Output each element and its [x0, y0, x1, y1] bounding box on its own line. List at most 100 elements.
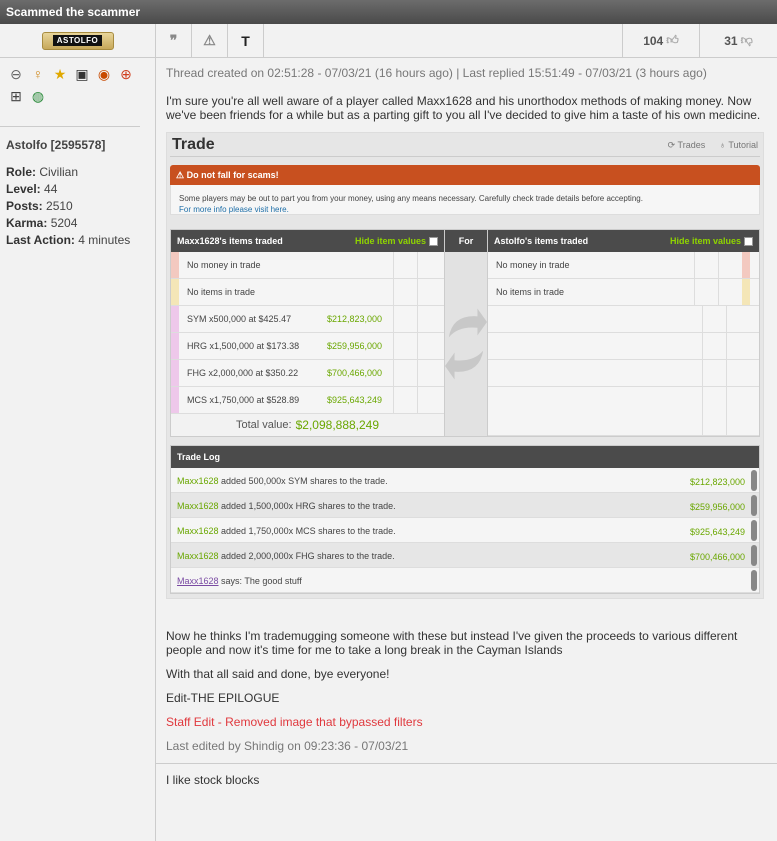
text-format-button[interactable]: T: [228, 24, 264, 57]
globe-icon[interactable]: ◍: [30, 88, 46, 104]
for-label: For: [445, 230, 487, 252]
honor-bar-label: ASTOLFO: [52, 35, 103, 46]
thumbs-down-icon: 👎︎: [740, 33, 753, 47]
row-cell: [417, 279, 441, 305]
log-scrollbar[interactable]: [751, 545, 757, 566]
item-type-bar: [742, 279, 750, 305]
tutorial-link[interactable]: ♁ Tutorial: [719, 138, 758, 152]
trade-log-title: Trade Log: [171, 446, 759, 468]
row-cell: [417, 387, 441, 413]
author-name[interactable]: Astolfo [2595578]: [6, 137, 149, 154]
log-row: Maxx1628 added 1,750,000x MCS shares to …: [171, 518, 759, 543]
report-button[interactable]: ⚠: [192, 24, 228, 57]
trade-item-value: $925,643,249: [327, 395, 383, 405]
hospital-bed-icon[interactable]: ⊞: [8, 88, 24, 104]
row-cell: [417, 360, 441, 386]
author-profile: Astolfo [2595578] Role: Civilian Level: …: [0, 127, 155, 259]
log-user[interactable]: Maxx1628: [177, 551, 219, 561]
log-scrollbar[interactable]: [751, 520, 757, 541]
item-type-bar: [171, 252, 179, 278]
log-user[interactable]: Maxx1628: [177, 476, 219, 486]
row-cell: [417, 252, 441, 278]
hide-values-toggle-right[interactable]: Hide item values: [670, 234, 753, 248]
trade-item-value: $212,823,000: [327, 314, 383, 324]
star-icon[interactable]: ★: [52, 66, 68, 82]
upvote-count: 104: [643, 33, 664, 48]
upvote-button[interactable]: 104 👍︎: [623, 24, 700, 57]
trade-item-row: HRG x1,500,000 at $173.38 $259,956,000: [171, 333, 444, 360]
trade-log: Trade Log Maxx1628 added 500,000x SYM sh…: [170, 445, 760, 594]
row-cell: [417, 306, 441, 332]
trade-item-text: MCS x1,750,000 at $528.89: [187, 395, 300, 405]
trade-item-row: SYM x500,000 at $425.47 $212,823,000: [171, 306, 444, 333]
post-after-1: Now he thinks I'm trademugging someone w…: [166, 629, 738, 657]
log-user[interactable]: Maxx1628: [177, 501, 219, 511]
log-text: added 500,000x SYM shares to the trade.: [218, 476, 388, 486]
log-text: added 1,500,000x HRG shares to the trade…: [218, 501, 396, 511]
trade-item-text: No money in trade: [187, 260, 261, 270]
trade-item-row: No items in trade: [171, 279, 444, 306]
log-user-link[interactable]: Maxx1628: [177, 576, 219, 586]
trade-item-row: MCS x1,750,000 at $528.89 $925,643,249: [171, 387, 444, 414]
log-row: Maxx1628 added 1,500,000x HRG shares to …: [171, 493, 759, 518]
row-cell: [393, 333, 417, 359]
warning-icon: ⚠: [203, 32, 216, 48]
trade-item-text: FHG x2,000,000 at $350.22: [187, 368, 299, 378]
post-edit: Edit-THE EPILOGUE: [166, 691, 280, 705]
post-meta: Thread created on 02:51:28 - 07/03/21 (1…: [166, 66, 707, 80]
trade-item-text: No money in trade: [496, 260, 570, 270]
scam-warning: ⚠ Do not fall for scams! Some players ma…: [170, 165, 760, 215]
trade-item-text: HRG x1,500,000 at $173.38: [187, 341, 300, 351]
author-posts: Posts: 2510: [6, 199, 73, 213]
log-scrollbar[interactable]: [751, 570, 757, 591]
trades-link[interactable]: ⟳ Trades: [668, 138, 706, 152]
item-type-bar: [171, 279, 179, 305]
status-minus-icon[interactable]: ⊖: [8, 66, 24, 82]
log-row: Maxx1628 added 500,000x SYM shares to th…: [171, 468, 759, 493]
total-value: Total value: $2,098,888,249: [235, 418, 380, 432]
trade-header: Trade ⟳ Trades ♁ Tutorial: [170, 133, 760, 157]
trade-empty-row: [488, 387, 759, 436]
trade-empty-row: [488, 306, 759, 333]
warning-link[interactable]: For more info please visit here.: [179, 204, 751, 215]
donator-icon[interactable]: ◉: [96, 66, 112, 82]
for-column: For: [444, 230, 488, 436]
log-user[interactable]: Maxx1628: [177, 526, 219, 536]
log-scrollbar[interactable]: [751, 495, 757, 516]
post-toolbar: ❞ ⚠ T 104 👍︎ 31 👎︎: [156, 24, 777, 58]
refresh-icon: ⟳: [667, 139, 676, 150]
row-cell: [694, 279, 718, 305]
log-scrollbar[interactable]: [751, 470, 757, 491]
trade-item-row: No items in trade: [488, 279, 759, 306]
trade-item-value: $259,956,000: [327, 341, 383, 351]
trade-item-row: FHG x2,000,000 at $350.22 $700,466,000: [171, 360, 444, 387]
row-cell: [393, 279, 417, 305]
row-cell: [694, 252, 718, 278]
downvote-button[interactable]: 31 👎︎: [700, 24, 777, 57]
hide-values-toggle-left[interactable]: Hide item values: [355, 234, 438, 248]
author-last-action: Last Action: 4 minutes: [6, 233, 131, 247]
author-role: Role: Civilian: [6, 165, 79, 179]
honor-bar[interactable]: ASTOLFO: [41, 31, 114, 50]
target-icon[interactable]: ⊕: [118, 66, 134, 82]
briefcase-icon[interactable]: ▣: [74, 66, 90, 82]
left-side: Maxx1628's items traded Hide item values…: [171, 230, 444, 436]
log-value: $259,956,000: [689, 502, 745, 512]
row-cell: [393, 360, 417, 386]
swap-arrows-icon: [445, 308, 487, 380]
log-row: Maxx1628 added 2,000,000x FHG shares to …: [171, 543, 759, 568]
hide-values-checkbox[interactable]: [429, 236, 438, 246]
quote-button[interactable]: ❞: [156, 24, 192, 57]
trade-item-row: No money in trade: [171, 252, 444, 279]
last-edited: Last edited by Shindig on 09:23:36 - 07/…: [166, 739, 409, 753]
warning-title: Do not fall for scams!: [186, 170, 279, 180]
thread-title: Scammed the scammer: [0, 0, 777, 24]
row-cell: [393, 306, 417, 332]
hide-values-checkbox[interactable]: [744, 236, 753, 246]
trade-screenshot: Trade ⟳ Trades ♁ Tutorial ⚠ Do not fall …: [166, 132, 764, 599]
right-side-title: Astolfo's items traded: [494, 236, 589, 246]
warning-text: Some players may be out to part you from…: [179, 194, 643, 203]
quote-icon: ❞: [169, 32, 178, 48]
female-icon[interactable]: ♀: [30, 66, 46, 82]
author-level: Level: 44: [6, 182, 58, 196]
